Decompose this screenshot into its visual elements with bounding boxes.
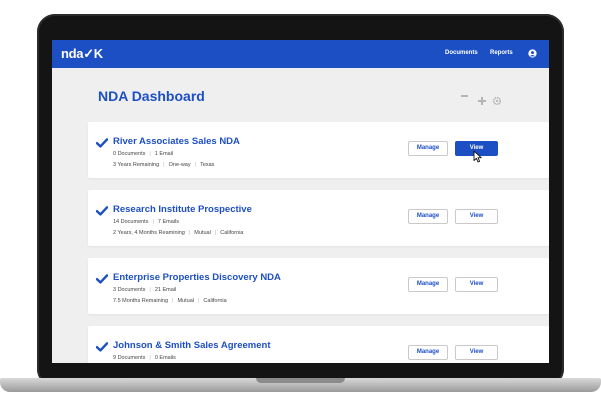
page-title: NDA Dashboard — [98, 88, 205, 104]
nav-documents-link[interactable]: Documents — [445, 50, 478, 56]
card-meta-counts: 9 Documents | 0 Emails — [113, 355, 176, 361]
jurisdiction: California — [220, 230, 244, 236]
time-remaining: 7.5 Months Remaining — [113, 298, 169, 304]
checkmark-icon — [96, 206, 108, 216]
card-meta-counts: 3 Documents | 21 Email — [113, 287, 177, 293]
manage-button[interactable]: Manage — [408, 277, 448, 292]
nda-type: Mutual — [177, 298, 194, 304]
nda-card[interactable]: Johnson & Smith Sales Agreement 9 Docume… — [88, 326, 549, 363]
card-meta-details: 2 Years, 4 Months Reamining | Mutual | Calif… — [113, 230, 244, 236]
ellipsis-icon[interactable] — [461, 95, 468, 97]
card-meta-details: 7.5 Months Remaining | Mutual | California — [113, 298, 227, 304]
nav-reports-link[interactable]: Reports — [490, 50, 513, 56]
app-logo[interactable]: nda✓K — [61, 46, 103, 62]
gear-icon[interactable] — [492, 92, 502, 106]
jurisdiction: Texas — [200, 162, 215, 168]
view-button[interactable]: View — [455, 209, 498, 224]
jurisdiction: California — [203, 298, 227, 304]
emails-count: 1 Email — [154, 151, 174, 157]
emails-count: 21 Email — [154, 287, 177, 293]
card-title[interactable]: Johnson & Smith Sales Agreement — [113, 340, 271, 351]
documents-count: 0 Documents — [113, 151, 146, 157]
card-meta-counts: 0 Documents | 1 Email — [113, 151, 174, 157]
nda-card[interactable]: Enterprise Properties Discovery NDA 3 Do… — [88, 258, 549, 314]
card-title[interactable]: Enterprise Properties Discovery NDA — [113, 272, 281, 283]
nda-type: One-way — [168, 162, 191, 168]
nda-card[interactable]: Research Institute Prospective 14 Docume… — [88, 190, 549, 246]
time-remaining: 3 Years Remaining — [113, 162, 160, 168]
documents-count: 3 Documents — [113, 287, 146, 293]
manage-button[interactable]: Manage — [408, 345, 448, 360]
checkmark-icon — [96, 274, 108, 284]
view-button[interactable]: View — [455, 345, 498, 360]
manage-button[interactable]: Manage — [408, 141, 448, 156]
user-circle-icon[interactable] — [528, 49, 537, 58]
card-meta-counts: 14 Documents | 7 Emails — [113, 219, 179, 225]
documents-count: 9 Documents — [113, 355, 146, 361]
emails-count: 0 Emails — [154, 355, 176, 361]
card-meta-details: 3 Years Remaining | One-way | Texas — [113, 162, 215, 168]
app-screen: nda✓K Documents Reports NDA Dashboard Ri… — [52, 40, 549, 363]
plus-icon[interactable] — [478, 92, 486, 105]
emails-count: 7 Emails — [157, 219, 179, 225]
checkmark-icon — [96, 138, 108, 148]
view-button[interactable]: View — [455, 277, 498, 292]
top-navbar: nda✓K Documents Reports — [52, 40, 549, 68]
time-remaining: 2 Years, 4 Months Reamining — [113, 230, 185, 236]
manage-button[interactable]: Manage — [408, 209, 448, 224]
card-title[interactable]: Research Institute Prospective — [113, 204, 252, 215]
card-title[interactable]: River Associates Sales NDA — [113, 136, 240, 147]
nda-type: Mutual — [194, 230, 211, 236]
laptop-notch — [256, 378, 345, 383]
documents-count: 14 Documents — [113, 219, 149, 225]
checkmark-icon — [96, 342, 108, 352]
mouse-pointer-icon — [473, 150, 482, 163]
